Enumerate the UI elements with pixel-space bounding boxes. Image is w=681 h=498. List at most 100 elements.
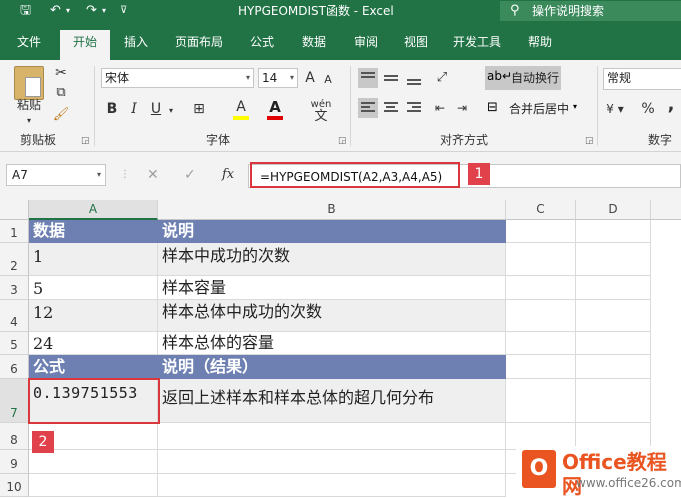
shrink-font-button[interactable]: A	[321, 71, 335, 89]
undo-dropdown-icon[interactable]: ▾	[66, 2, 70, 20]
row-header-5[interactable]: 5	[0, 332, 29, 355]
cell-b10[interactable]	[158, 474, 506, 497]
orientation-icon[interactable]: ⤢	[432, 69, 452, 87]
cell-a10[interactable]	[29, 474, 158, 497]
cell-b1[interactable]: 说明	[158, 220, 506, 243]
tab-view[interactable]: 视图	[394, 32, 438, 60]
font-launcher-icon[interactable]: ◲	[338, 136, 347, 146]
cell-b8[interactable]	[158, 423, 506, 450]
tab-file[interactable]: 文件	[6, 32, 52, 60]
tab-insert[interactable]: 插入	[114, 32, 158, 60]
font-size-select[interactable]: 14 ▾	[258, 68, 298, 88]
merge-center-button[interactable]: ⊟ 合并后居中 ▾	[485, 98, 581, 120]
enter-icon[interactable]: ✓	[184, 166, 196, 184]
cell-d7[interactable]	[576, 379, 651, 423]
tab-review[interactable]: 审阅	[344, 32, 388, 60]
drag-handle-icon[interactable]: ⋮	[120, 166, 130, 184]
cell-b6[interactable]: 说明（结果）	[158, 355, 506, 379]
cell-c1[interactable]	[506, 220, 576, 243]
cell-d4[interactable]	[576, 300, 651, 332]
cell-d1[interactable]	[576, 220, 651, 243]
tell-me-search[interactable]: ⚲ 操作说明搜索	[500, 1, 681, 21]
middle-align-icon[interactable]	[381, 68, 401, 88]
wrap-text-button[interactable]: ab↵ 自动换行	[485, 66, 561, 90]
bottom-align-icon[interactable]	[404, 68, 424, 88]
cell-c5[interactable]	[506, 332, 576, 355]
tab-formulas[interactable]: 公式	[240, 32, 284, 60]
column-header-e[interactable]	[651, 200, 681, 220]
tab-data[interactable]: 数据	[292, 32, 336, 60]
redo-dropdown-icon[interactable]: ▾	[102, 2, 106, 20]
copy-icon[interactable]: ⧉	[52, 84, 70, 102]
cell-c3[interactable]	[506, 276, 576, 300]
row-header-4[interactable]: 4	[0, 300, 29, 332]
align-center-icon[interactable]	[381, 98, 401, 118]
grow-font-button[interactable]: A	[302, 69, 318, 87]
cell-a3[interactable]: 5	[29, 276, 158, 300]
row-header-8[interactable]: 8	[0, 423, 29, 450]
row-header-1[interactable]: 1	[0, 220, 29, 243]
percent-style-button[interactable]: %	[640, 100, 656, 118]
format-painter-icon[interactable]: 🖌	[52, 106, 70, 124]
row-header-10[interactable]: 10	[0, 474, 29, 497]
cell-b4[interactable]: 样本总体中成功的次数	[158, 300, 506, 332]
tab-page-layout[interactable]: 页面布局	[166, 32, 232, 60]
redo-icon[interactable]: ↷	[86, 2, 97, 20]
tab-home[interactable]: 开始	[60, 30, 110, 60]
cell-a2[interactable]: 1	[29, 243, 158, 276]
cell-b3[interactable]: 样本容量	[158, 276, 506, 300]
bold-button[interactable]: B	[104, 100, 120, 118]
cell-a4[interactable]: 12	[29, 300, 158, 332]
select-all-corner[interactable]	[0, 200, 29, 220]
cell-c6[interactable]	[506, 355, 576, 379]
accounting-format-icon[interactable]: ¥ ▾	[602, 100, 628, 118]
italic-button[interactable]: I	[126, 100, 142, 118]
cell-d5[interactable]	[576, 332, 651, 355]
cell-d3[interactable]	[576, 276, 651, 300]
tab-help[interactable]: 帮助	[518, 32, 562, 60]
cell-c2[interactable]	[506, 243, 576, 276]
top-align-icon[interactable]	[358, 68, 378, 88]
fill-color-button[interactable]: A	[232, 98, 250, 116]
customize-toolbar-icon[interactable]: ⊽	[120, 2, 127, 20]
font-name-select[interactable]: 宋体 ▾	[101, 68, 254, 88]
align-left-icon[interactable]	[358, 98, 378, 118]
underline-dropdown-icon[interactable]: ▾	[166, 102, 176, 120]
row-header-2[interactable]: 2	[0, 243, 29, 276]
cancel-icon[interactable]: ✕	[147, 166, 159, 184]
borders-icon[interactable]: ⊞	[190, 100, 208, 118]
cut-icon[interactable]: ✂	[52, 64, 70, 82]
cell-b9[interactable]	[158, 450, 506, 474]
cell-b7[interactable]: 返回上述样本和样本总体的超几何分布	[158, 379, 506, 423]
insert-function-icon[interactable]: fx	[222, 166, 234, 184]
font-color-button[interactable]: A	[266, 98, 284, 116]
alignment-launcher-icon[interactable]: ◲	[585, 136, 594, 146]
cell-d6[interactable]	[576, 355, 651, 379]
column-header-c[interactable]: C	[506, 200, 576, 220]
row-header-9[interactable]: 9	[0, 450, 29, 474]
cell-a9[interactable]	[29, 450, 158, 474]
cell-a5[interactable]: 24	[29, 332, 158, 355]
comma-style-button[interactable]: ,	[664, 96, 678, 114]
cell-b5[interactable]: 样本总体的容量	[158, 332, 506, 355]
decrease-indent-icon[interactable]: ⇤	[430, 99, 450, 117]
save-icon[interactable]: 🖫	[20, 2, 31, 20]
row-header-6[interactable]: 6	[0, 355, 29, 379]
name-box[interactable]: A7 ▾	[6, 164, 106, 186]
cell-c4[interactable]	[506, 300, 576, 332]
column-header-b[interactable]: B	[158, 200, 506, 220]
column-header-d[interactable]: D	[576, 200, 651, 220]
row-header-7[interactable]: 7	[0, 379, 29, 423]
cell-c7[interactable]	[506, 379, 576, 423]
number-format-select[interactable]: 常规	[603, 68, 681, 90]
cell-b2[interactable]: 样本中成功的次数	[158, 243, 506, 276]
clipboard-launcher-icon[interactable]: ◲	[81, 136, 90, 146]
tab-developer[interactable]: 开发工具	[446, 32, 508, 60]
align-right-icon[interactable]	[404, 98, 424, 118]
paste-icon[interactable]	[14, 66, 44, 100]
undo-icon[interactable]: ↶	[50, 2, 61, 20]
cell-a1[interactable]: 数据	[29, 220, 158, 243]
cell-d2[interactable]	[576, 243, 651, 276]
increase-indent-icon[interactable]: ⇥	[452, 99, 472, 117]
cell-a6[interactable]: 公式	[29, 355, 158, 379]
